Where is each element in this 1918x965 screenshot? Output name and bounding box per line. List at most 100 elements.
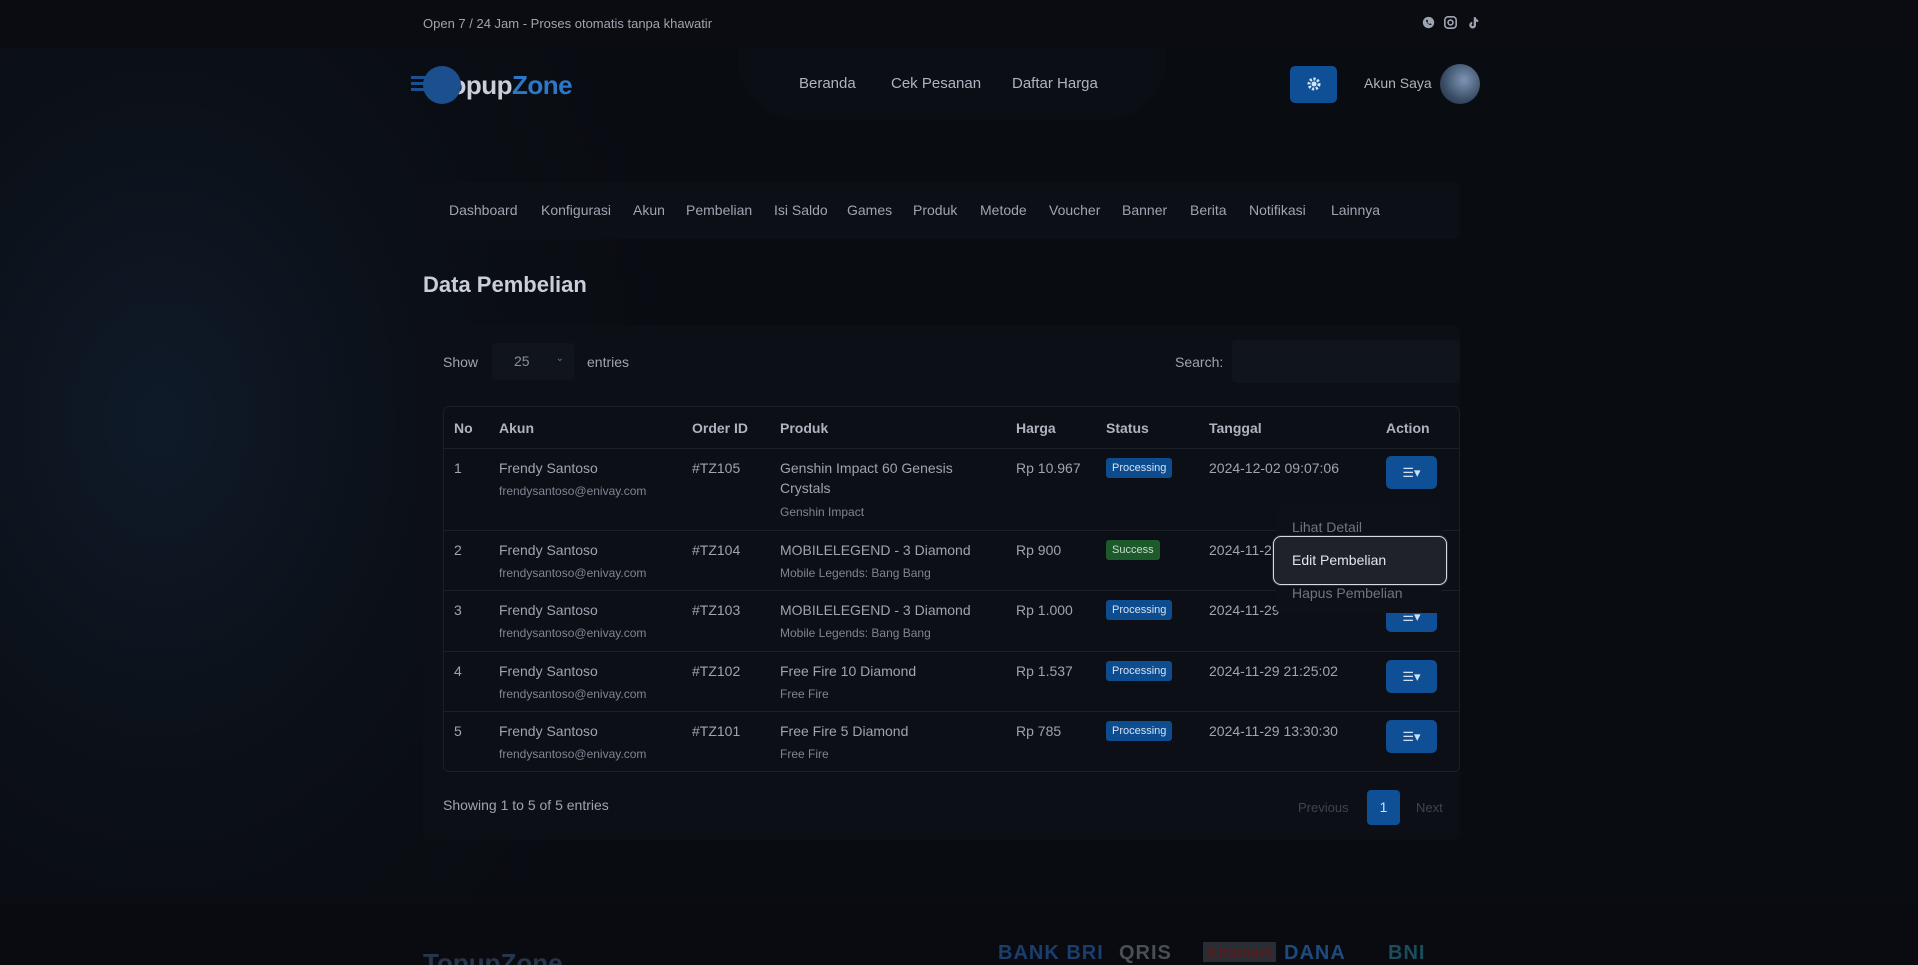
list-icon: ☰▾ xyxy=(1402,729,1421,744)
row-no: 1 xyxy=(454,460,462,476)
row-price: Rp 1.000 xyxy=(1016,602,1073,618)
brand-name-part2: Zone xyxy=(511,69,573,100)
row-no: 4 xyxy=(454,663,462,679)
status-badge: Success xyxy=(1106,540,1160,560)
account-label[interactable]: Akun Saya xyxy=(1364,75,1432,91)
status-badge: Processing xyxy=(1106,721,1173,741)
menu-metode[interactable]: Metode xyxy=(980,202,1027,218)
partner-qris-logo: QRIS xyxy=(1119,942,1172,964)
pagination-page-1[interactable]: 1 xyxy=(1367,790,1400,825)
row-account-email: frendysantoso@enivay.com xyxy=(499,687,647,701)
row-date: 2024-11-29 21:25:02 xyxy=(1209,663,1338,679)
row-product: Genshin Impact 60 Genesis xyxy=(780,460,953,476)
row-no: 5 xyxy=(454,723,462,739)
row-game: Free Fire xyxy=(780,687,829,701)
entries-label: entries xyxy=(587,354,630,370)
entries-select[interactable]: 25 ⌄ xyxy=(492,343,574,380)
col-header-produk[interactable]: Produk xyxy=(780,420,828,436)
top-announcement-bar: Open 7 / 24 Jam - Proses otomatis tanpa … xyxy=(0,0,1918,48)
tiktok-icon[interactable] xyxy=(1466,16,1480,30)
menu-games[interactable]: Games xyxy=(847,202,892,218)
whatsapp-icon[interactable] xyxy=(1421,16,1435,30)
settings-button[interactable] xyxy=(1290,66,1337,103)
nav-beranda[interactable]: Beranda xyxy=(799,75,856,92)
col-header-order-id[interactable]: Order ID xyxy=(692,420,748,436)
partner-bri-logo: BANK BRI xyxy=(998,942,1104,964)
page-title: Data Pembelian xyxy=(423,272,587,297)
row-price: Rp 1.537 xyxy=(1016,663,1073,679)
show-label: Show xyxy=(443,354,479,370)
row-game: Mobile Legends: Bang Bang xyxy=(780,566,931,580)
nav-cek-pesanan[interactable]: Cek Pesanan xyxy=(891,75,981,92)
row-game: Genshin Impact xyxy=(780,505,865,519)
menu-lainnya[interactable]: Lainnya xyxy=(1331,202,1380,218)
pagination-previous[interactable]: Previous xyxy=(1298,800,1349,815)
col-header-no[interactable]: No xyxy=(454,420,473,436)
row-no: 3 xyxy=(454,602,462,618)
row-divider xyxy=(444,651,1459,652)
pagination-next[interactable]: Next xyxy=(1416,800,1443,815)
menu-isi-saldo[interactable]: Isi Saldo xyxy=(774,202,828,218)
table-info: Showing 1 to 5 of 5 entries xyxy=(443,797,609,813)
brand-logo[interactable]: TopupZone xyxy=(411,66,573,104)
row-account-email: frendysantoso@enivay.com xyxy=(499,566,647,580)
row-date: 2024-11-29 13:30:30 xyxy=(1209,723,1338,739)
entries-select-value: 25 xyxy=(514,353,530,369)
search-label: Search: xyxy=(1175,354,1224,370)
row-order-id: #TZ103 xyxy=(692,602,741,618)
col-header-tanggal[interactable]: Tanggal xyxy=(1209,420,1262,436)
row-product: Free Fire 5 Diamond xyxy=(780,723,909,739)
gear-icon xyxy=(1307,77,1320,91)
avatar[interactable] xyxy=(1440,64,1480,104)
row-no: 2 xyxy=(454,542,462,558)
row-divider xyxy=(444,711,1459,712)
dropdown-edit-pembelian-label: Edit Pembelian xyxy=(1292,552,1387,568)
menu-konfigurasi[interactable]: Konfigurasi xyxy=(541,202,611,218)
dropdown-lihat-detail[interactable]: Lihat Detail xyxy=(1292,519,1362,535)
row-date: 2024-12-02 09:07:06 xyxy=(1209,460,1339,476)
row-action-button[interactable]: ☰▾ xyxy=(1386,720,1437,753)
chevron-down-icon: ⌄ xyxy=(555,353,564,364)
instagram-icon[interactable] xyxy=(1443,16,1457,30)
row-action-button[interactable]: ☰▾ xyxy=(1386,660,1437,693)
col-header-harga[interactable]: Harga xyxy=(1016,420,1056,436)
header-divider xyxy=(444,448,1459,449)
announcement-text: Open 7 / 24 Jam - Proses otomatis tanpa … xyxy=(423,16,713,31)
row-account-email: frendysantoso@enivay.com xyxy=(499,626,647,640)
menu-banner[interactable]: Banner xyxy=(1122,202,1167,218)
col-header-akun[interactable]: Akun xyxy=(499,420,534,436)
footer-brand: TopupZone xyxy=(423,948,563,965)
menu-pembelian[interactable]: Pembelian xyxy=(686,202,752,218)
row-account-name: Frendy Santoso xyxy=(499,663,598,679)
menu-produk[interactable]: Produk xyxy=(913,202,957,218)
status-badge: Processing xyxy=(1106,600,1173,620)
dropdown-edit-pembelian[interactable]: Edit Pembelian xyxy=(1273,536,1447,585)
row-action-button[interactable]: ☰▾ xyxy=(1386,456,1437,489)
status-badge: Processing xyxy=(1106,661,1173,681)
row-price: Rp 900 xyxy=(1016,542,1062,558)
menu-notifikasi[interactable]: Notifikasi xyxy=(1249,202,1306,218)
row-date: 2024-11-29 xyxy=(1209,542,1280,558)
row-price: Rp 10.967 xyxy=(1016,460,1081,476)
menu-akun[interactable]: Akun xyxy=(633,202,665,218)
row-account-name: Frendy Santoso xyxy=(499,602,598,618)
row-order-id: #TZ101 xyxy=(692,723,741,739)
menu-voucher[interactable]: Voucher xyxy=(1049,202,1100,218)
partner-dana-logo: DANA xyxy=(1284,942,1346,964)
menu-berita[interactable]: Berita xyxy=(1190,202,1227,218)
footer xyxy=(0,905,1918,965)
partner-bni-logo: BNI xyxy=(1388,942,1426,964)
row-product-cont: Crystals xyxy=(780,480,831,496)
col-header-status[interactable]: Status xyxy=(1106,420,1149,436)
menu-dashboard[interactable]: Dashboard xyxy=(449,202,518,218)
row-price: Rp 785 xyxy=(1016,723,1062,739)
row-product: MOBILELEGEND - 3 Diamond xyxy=(780,542,971,558)
search-input[interactable] xyxy=(1232,340,1460,383)
row-product: MOBILELEGEND - 3 Diamond xyxy=(780,602,971,618)
status-badge: Processing xyxy=(1106,458,1173,478)
row-game: Free Fire xyxy=(780,747,829,761)
dropdown-hapus-pembelian[interactable]: Hapus Pembelian xyxy=(1292,585,1403,601)
nav-daftar-harga[interactable]: Daftar Harga xyxy=(1012,75,1098,92)
row-order-id: #TZ104 xyxy=(692,542,741,558)
row-product: Free Fire 10 Diamond xyxy=(780,663,917,679)
